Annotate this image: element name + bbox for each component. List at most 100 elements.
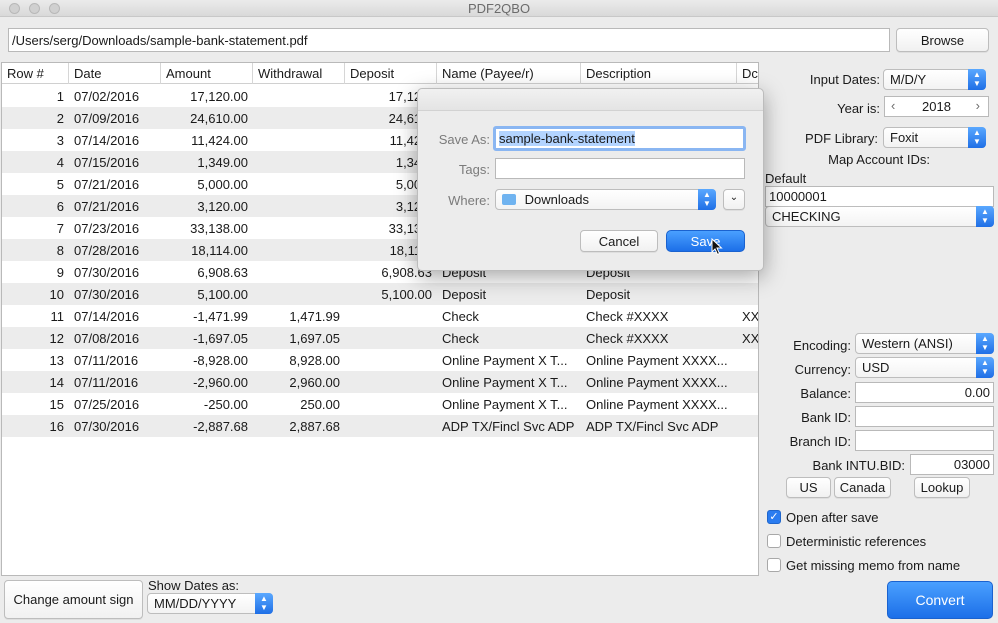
pdf-library-label: PDF Library: <box>805 131 878 146</box>
column-header-amount[interactable]: Amount <box>161 63 253 84</box>
open-after-save-checkbox[interactable]: ✓ <box>767 510 781 524</box>
year-value: 2018 <box>922 99 951 114</box>
bank-id-field[interactable] <box>855 406 994 427</box>
column-header-date[interactable]: Date <box>69 63 161 84</box>
column-header-deposit[interactable]: Deposit <box>345 63 437 84</box>
cell-withdrawal: 1,697.05 <box>289 331 340 346</box>
cell-name: Online Payment X T... <box>442 353 568 368</box>
cell-withdrawal: 250.00 <box>300 397 340 412</box>
column-header-withdrawal[interactable]: Withdrawal <box>253 63 345 84</box>
cell-withdrawal <box>253 217 345 239</box>
cell-deposit: 5,100.00 <box>381 287 432 302</box>
title-bar: PDF2QBO <box>0 0 998 17</box>
cell-withdrawal: 8,928.00 <box>289 353 340 368</box>
updown-chevron-icon: ▲ ▼ <box>976 206 994 227</box>
table-row[interactable]: 13 07/11/2016 -8,928.00 8,928.00 Online Paym… <box>2 349 758 371</box>
account-id-field[interactable]: 10000001 <box>765 186 994 207</box>
cell-withdrawal <box>253 261 345 283</box>
convert-button[interactable]: Convert <box>887 581 993 619</box>
column-header-row[interactable]: Row # <box>2 63 69 84</box>
cell-row: 8 <box>56 243 64 258</box>
table-row[interactable]: 11 07/14/2016 -1,471.99 1,471.99 Check Check … <box>2 305 759 327</box>
canada-button[interactable]: Canada <box>834 477 891 498</box>
chevron-left-icon[interactable]: ‹ <box>891 98 895 113</box>
table-row[interactable]: 12 07/08/2016 -1,697.05 1,697.05 Check Check … <box>2 327 759 349</box>
tags-field[interactable] <box>495 158 745 179</box>
browse-button[interactable]: Browse <box>896 28 989 52</box>
currency-select[interactable]: USD ▲ ▼ <box>855 357 994 378</box>
lookup-button[interactable]: Lookup <box>914 477 970 498</box>
cell-row: 2 <box>56 111 64 126</box>
deterministic-references-checkbox[interactable] <box>767 534 781 548</box>
cell-row: 4 <box>56 155 64 170</box>
cell-row: 13 <box>49 353 64 368</box>
expand-dialog-button[interactable]: ⌄ <box>723 189 745 210</box>
updown-chevron-icon: ▲ ▼ <box>968 69 986 90</box>
change-amount-sign-button[interactable]: Change amount sign <box>4 580 143 619</box>
save-as-value: sample-bank-statement <box>499 131 635 146</box>
cell-withdrawal: 1,471.99 <box>289 309 340 324</box>
save-dialog: Save As: sample-bank-statement Tags: Whe… <box>417 88 764 271</box>
input-dates-select[interactable]: M/D/Y ▲ ▼ <box>883 69 986 90</box>
cell-name: Online Payment X T... <box>442 397 568 412</box>
save-button[interactable]: Save <box>666 230 745 252</box>
cell-amount: -1,471.99 <box>193 309 248 324</box>
cell-date: 07/11/2016 <box>74 375 139 390</box>
cancel-button[interactable]: Cancel <box>580 230 658 252</box>
branch-id-field[interactable] <box>855 430 994 451</box>
table-row[interactable]: 16 07/30/2016 -2,887.68 2,887.68 ADP TX/Finc… <box>2 415 758 437</box>
column-header-description[interactable]: Description <box>581 63 737 84</box>
updown-chevron-icon: ▲ ▼ <box>976 357 994 378</box>
cell-withdrawal <box>253 173 345 195</box>
chevron-down-icon: ⌄ <box>729 192 739 203</box>
cell-doc: XX <box>742 331 759 346</box>
show-dates-select[interactable]: MM/DD/YYYY ▲ ▼ <box>147 593 273 614</box>
cell-date: 07/21/2016 <box>74 177 140 192</box>
cell-date: 07/30/2016 <box>74 287 140 302</box>
branch-id-label: Branch ID: <box>789 434 851 449</box>
cell-date: 07/02/2016 <box>74 89 140 104</box>
cell-date: 07/23/2016 <box>74 221 140 236</box>
cell-withdrawal <box>253 107 345 129</box>
cell-amount: 17,120.00 <box>190 89 248 104</box>
cell-withdrawal: 2,960.00 <box>289 375 340 390</box>
table-row[interactable]: 10 07/30/2016 5,100.00 5,100.00 Deposit Depos… <box>2 283 758 305</box>
save-as-field[interactable]: sample-bank-statement <box>493 126 746 151</box>
cell-name: Deposit <box>442 287 487 302</box>
show-dates-label: Show Dates as: <box>148 578 240 593</box>
chevron-right-icon[interactable]: › <box>976 98 980 113</box>
cell-amount: 6,908.63 <box>197 265 248 280</box>
account-type-select[interactable]: CHECKING ▲ ▼ <box>765 206 994 227</box>
encoding-value: Western (ANSI) <box>862 336 953 351</box>
cell-amount: -8,928.00 <box>193 353 248 368</box>
missing-memo-checkbox[interactable] <box>767 558 781 572</box>
cell-withdrawal <box>253 129 345 151</box>
cell-row: 5 <box>56 177 64 192</box>
pdf-library-select[interactable]: Foxit ▲ ▼ <box>883 127 986 148</box>
column-header-doc[interactable]: Dc <box>737 63 758 84</box>
currency-label: Currency: <box>794 362 851 377</box>
year-stepper[interactable]: ‹ 2018 › <box>884 96 989 117</box>
table-row[interactable]: 15 07/25/2016 -250.00 250.00 Online Payment … <box>2 393 758 415</box>
us-button[interactable]: US <box>786 477 831 498</box>
mouse-cursor-icon <box>711 238 723 256</box>
where-select[interactable]: Downloads ▲ ▼ <box>495 189 716 210</box>
cell-amount: -2,960.00 <box>193 375 248 390</box>
table-row[interactable]: 14 07/11/2016 -2,960.00 2,960.00 Online Paym… <box>2 371 758 393</box>
encoding-select[interactable]: Western (ANSI) ▲ ▼ <box>855 333 994 354</box>
cell-deposit <box>345 393 437 415</box>
cell-date: 07/30/2016 <box>74 265 140 280</box>
cell-doc <box>737 371 758 393</box>
save-as-label: Save As: <box>438 132 490 147</box>
cell-deposit <box>345 349 437 371</box>
cell-name: ADP TX/Fincl Svc ADP <box>442 419 575 434</box>
file-path-field[interactable]: /Users/serg/Downloads/sample-bank-statem… <box>8 28 890 52</box>
cell-description: Online Payment XXXX... <box>586 353 728 368</box>
cell-doc <box>737 415 758 437</box>
cell-amount: -250.00 <box>203 397 248 412</box>
column-header-name[interactable]: Name (Payee/r) <box>437 63 581 84</box>
where-label: Where: <box>448 193 490 208</box>
balance-field[interactable]: 0.00 <box>855 382 994 403</box>
cell-date: 07/28/2016 <box>74 243 140 258</box>
bank-intu-bid-field[interactable]: 03000 <box>910 454 994 475</box>
